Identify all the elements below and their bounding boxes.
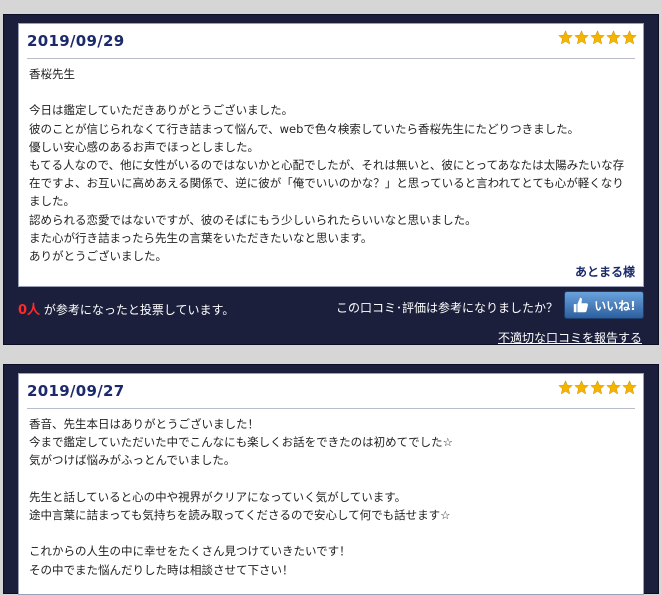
star-icon (606, 30, 621, 45)
like-button-label: いいね! (594, 298, 636, 313)
like-button[interactable]: いいね! (564, 291, 644, 319)
review-content: 2019/09/27 香音、先生本日はありがとうございました！ 今まで鑑定してい… (18, 373, 644, 595)
thumbs-up-icon (574, 297, 589, 313)
review-date: 2019/09/29 (27, 32, 125, 50)
star-icon (622, 30, 637, 45)
review-header: 2019/09/29 (27, 24, 637, 59)
helpful-question: この口コミ･評価は参考になりましたか？ (335, 301, 558, 315)
star-rating (558, 380, 637, 395)
star-icon (574, 30, 589, 45)
review-date: 2019/09/27 (27, 382, 125, 400)
review-text: 香桜先生 今日は鑑定していただきありがとうございました。 彼のことが信じられなく… (29, 67, 625, 264)
helpful-count-text: 0人 が参考になったと投票しています。 (18, 299, 234, 318)
review-text: 香音、先生本日はありがとうございました！ 今まで鑑定していただいた中でこんなにも… (29, 417, 453, 577)
helpful-count: 0人 (18, 303, 41, 318)
review-card: 2019/09/29 香桜先生 今日は鑑定していただきありがとうございました。 … (3, 14, 659, 345)
star-icon (558, 30, 573, 45)
star-icon (558, 380, 573, 395)
report-link[interactable]: 不適切な口コミを報告する (498, 329, 642, 346)
star-icon (606, 380, 621, 395)
star-rating (558, 30, 637, 45)
helpful-label: が参考になったと投票しています。 (43, 303, 235, 317)
star-icon (574, 380, 589, 395)
star-icon (590, 380, 605, 395)
review-content: 2019/09/29 香桜先生 今日は鑑定していただきありがとうございました。 … (18, 23, 644, 287)
review-card: 2019/09/27 香音、先生本日はありがとうございました！ 今まで鑑定してい… (3, 364, 659, 595)
review-header: 2019/09/27 (27, 374, 637, 409)
star-icon (590, 30, 605, 45)
helpful-row: 0人 が参考になったと投票しています。 この口コミ･評価は参考になりましたか？ … (18, 291, 644, 321)
star-icon (622, 380, 637, 395)
reviewer-name: あとまる様 (574, 265, 635, 279)
